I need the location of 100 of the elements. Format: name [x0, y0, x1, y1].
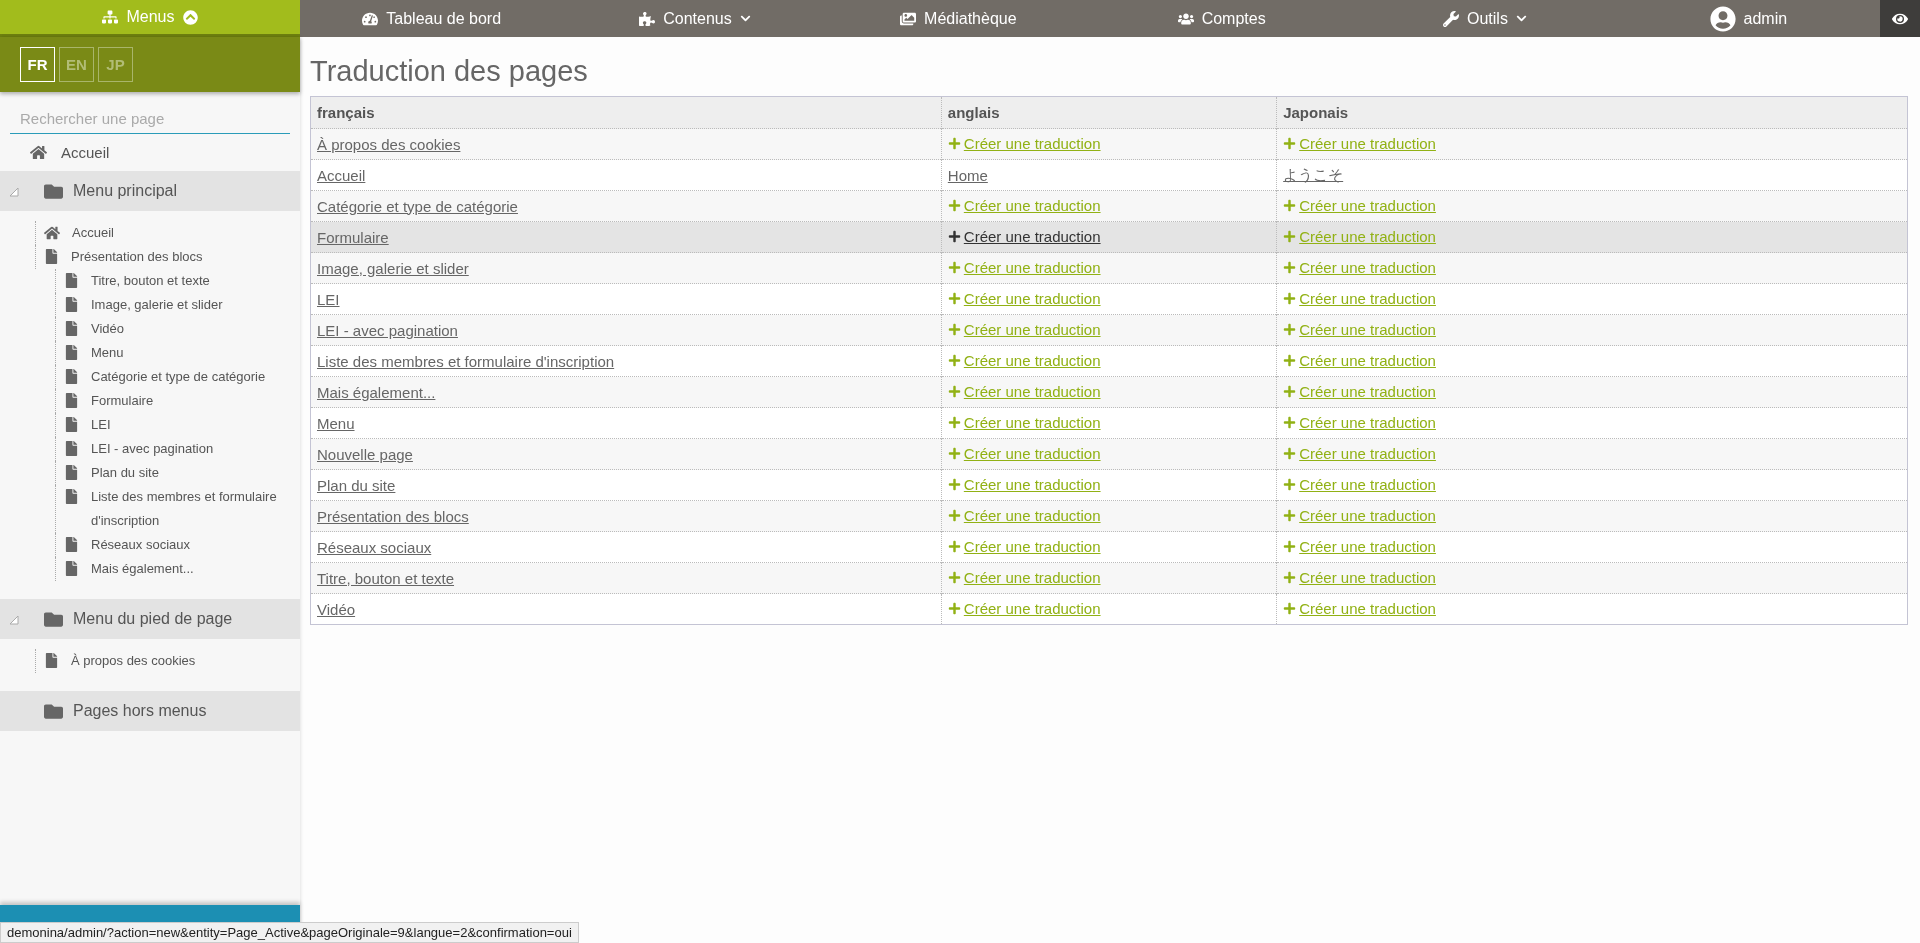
document-icon [64, 537, 79, 552]
page-link[interactable]: Vidéo [317, 600, 356, 618]
page-tree-item[interactable]: Présentation des blocs [71, 245, 203, 269]
plus-icon [947, 478, 961, 491]
page-link[interactable]: Home [947, 166, 988, 184]
menu-group-header[interactable]: Menu principal [0, 171, 300, 211]
page-tree-item[interactable]: Formulaire [91, 389, 154, 413]
page-tree-item[interactable]: Catégorie et type de catégorie [91, 365, 266, 389]
language-button[interactable]: FR [20, 47, 55, 82]
column-header: français [310, 96, 942, 129]
plus-icon [1283, 292, 1297, 305]
page-link[interactable]: Nouvelle page [317, 445, 413, 463]
plus-icon [1283, 137, 1297, 150]
nav-label: admin [1743, 9, 1788, 28]
page-link[interactable]: Accueil [317, 166, 366, 184]
plus-icon [947, 540, 961, 553]
menu-group-header[interactable]: Pages hors menus [0, 691, 300, 731]
page-link[interactable]: Image, galerie et slider [317, 259, 469, 277]
page-link[interactable]: Catégorie et type de catégorie [317, 197, 518, 215]
menu-group-header[interactable]: Menu du pied de page [0, 599, 300, 639]
plus-icon [947, 230, 961, 243]
plus-icon [947, 323, 961, 336]
page-link[interactable]: LEI - avec pagination [317, 321, 458, 339]
page-link[interactable]: À propos des cookies [317, 135, 461, 153]
document-icon [64, 465, 79, 480]
create-translation-link[interactable]: Créer une traduction [947, 228, 1101, 245]
page-link[interactable]: Réseaux sociaux [317, 538, 432, 556]
plus-icon [1283, 385, 1297, 398]
page-tree-item[interactable]: Mais également... [91, 557, 194, 581]
plus-icon [947, 447, 961, 460]
search-field[interactable]: Rechercher une page [10, 104, 290, 134]
nav-tab[interactable]: Médiathèque [826, 0, 1090, 37]
gauge-icon [362, 10, 379, 27]
status-bar-url: demonina/admin/?action=new&entity=Page_Active&pageOriginale=9&langue=2&confirmation=oui [0, 922, 579, 943]
user-avatar-icon [1709, 5, 1736, 32]
nav-label: Tableau de bord [386, 9, 502, 28]
plus-icon [1283, 509, 1297, 522]
page-link[interactable]: LEI [317, 290, 340, 308]
document-icon [64, 417, 79, 432]
folder-icon [44, 701, 63, 721]
page-link[interactable]: Formulaire [317, 228, 389, 246]
plus-icon [947, 385, 961, 398]
plus-icon [947, 137, 961, 150]
home-icon [30, 144, 47, 161]
plus-icon [947, 354, 961, 367]
page-tree-item[interactable]: Image, galerie et slider [91, 293, 223, 317]
page-link[interactable]: Présentation des blocs [317, 507, 469, 525]
nav-tab[interactable]: admin [1616, 0, 1880, 37]
plus-icon [947, 571, 961, 584]
page-tree-item[interactable]: Vidéo [91, 317, 124, 341]
nav-tab[interactable]: Outils [1353, 0, 1617, 37]
plus-icon [947, 261, 961, 274]
nav-label: Comptes [1201, 9, 1266, 28]
document-icon [64, 561, 79, 576]
home-icon [44, 225, 60, 241]
puzzle-icon [639, 10, 656, 27]
page-tree-item[interactable]: LEI - avec pagination [91, 437, 214, 461]
page-link[interactable]: Mais également... [317, 383, 436, 401]
page-link[interactable]: Titre, bouton et texte [317, 569, 455, 587]
plus-icon [1283, 323, 1297, 336]
document-icon [64, 369, 79, 384]
column-header: Japonais [1276, 96, 1908, 129]
menu-group-label: Pages hors menus [73, 702, 207, 720]
page-link[interactable]: ようこそ [1283, 165, 1344, 183]
page-tree-item[interactable]: À propos des cookies [71, 649, 196, 673]
page-link[interactable]: Liste des membres et formulaire d'inscription [317, 352, 615, 370]
document-icon [64, 273, 79, 288]
nav-tab[interactable]: Comptes [1090, 0, 1354, 37]
page-tree-item[interactable]: Plan du site [91, 461, 159, 485]
plus-icon [1283, 416, 1297, 429]
page-tree-item[interactable]: LEI [91, 413, 111, 437]
eye-icon[interactable] [1879, 0, 1920, 37]
page-tree-item[interactable]: Réseaux sociaux [91, 533, 190, 557]
page-tree-item[interactable]: Accueil [72, 221, 114, 245]
images-icon [900, 10, 917, 27]
page-tree-item[interactable]: Titre, bouton et texte [91, 269, 210, 293]
page-link[interactable]: Menu [317, 414, 355, 432]
plus-icon [947, 416, 961, 429]
folder-icon [44, 609, 63, 629]
page-link[interactable]: Plan du site [317, 476, 396, 494]
page-title: Traduction des pages [310, 55, 589, 88]
nav-label: Menus [126, 8, 175, 26]
document-icon [44, 653, 59, 668]
page-tree-item[interactable]: Menu [91, 341, 124, 365]
document-icon [64, 441, 79, 456]
plus-icon [1283, 230, 1297, 243]
document-icon [64, 489, 79, 504]
page-tree-item[interactable]: Liste des membres et formulaire d'inscription [91, 485, 300, 533]
wrench-icon [1443, 10, 1459, 27]
document-icon [64, 297, 79, 312]
plus-icon [1283, 540, 1297, 553]
nav-tab[interactable]: Tableau de bord [300, 0, 564, 37]
column-header: anglais [941, 96, 1277, 129]
menu-group-label: Menu principal [73, 182, 178, 200]
folder-icon [44, 181, 63, 201]
nav-label: Outils [1467, 9, 1508, 28]
plus-icon [947, 292, 961, 305]
page-tree-item[interactable]: Accueil [61, 144, 110, 161]
plus-icon [1283, 478, 1297, 491]
nav-tab[interactable]: Contenus [563, 0, 827, 37]
